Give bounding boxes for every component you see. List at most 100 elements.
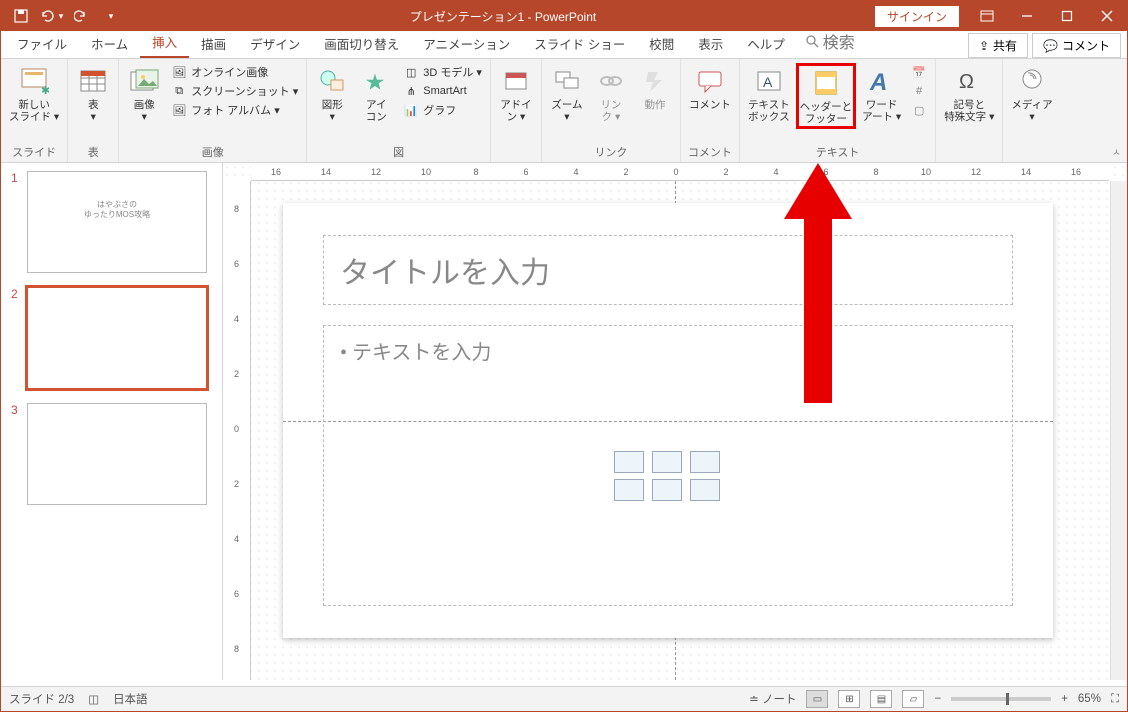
group-text-label: テキスト [744, 142, 931, 162]
new-slide-button[interactable]: ✱ 新しい スライド ▾ [5, 63, 63, 125]
workspace: 1 はやぶさのゆったりMOS攻略 2 3 1614121086420246810… [1, 163, 1127, 680]
title-placeholder[interactable]: タイトルを入力 [323, 235, 1013, 305]
thumb-num-3: 3 [11, 403, 21, 505]
svg-text:A: A [763, 74, 773, 90]
table-icon [77, 65, 109, 97]
window-title: プレゼンテーション1 - PowerPoint [131, 8, 875, 25]
body-placeholder-text: テキストを入力 [352, 342, 491, 364]
shapes-button[interactable]: 図形 ▾ [311, 63, 353, 125]
insert-table-icon[interactable] [614, 451, 644, 473]
tab-animations[interactable]: アニメーション [411, 29, 522, 58]
thumbnail-1[interactable]: 1 はやぶさのゆったりMOS攻略 [11, 171, 212, 273]
zoom-in-button[interactable]: + [1061, 693, 1068, 705]
insert-video-icon[interactable] [690, 479, 720, 501]
slide-number-button[interactable]: # [907, 82, 931, 100]
tab-draw[interactable]: 描画 [189, 29, 238, 58]
table-button[interactable]: 表 ▾ [72, 63, 114, 125]
tab-transitions[interactable]: 画面切り替え [312, 29, 411, 58]
thumbnail-3[interactable]: 3 [11, 403, 212, 505]
comment-ribbon-icon [694, 65, 726, 97]
ribbon: ✱ 新しい スライド ▾ スライド 表 ▾ 表 画像 ▾ 🖼オンライン画像 ⧉ス… [1, 59, 1127, 163]
pictures-button[interactable]: 画像 ▾ [123, 63, 165, 125]
zoom-button[interactable]: ズーム ▾ [546, 63, 588, 125]
insert-smartart-icon[interactable] [690, 451, 720, 473]
tab-file[interactable]: ファイル [5, 29, 79, 58]
slide-number-icon: # [911, 83, 927, 99]
language-indicator[interactable]: 日本語 [113, 691, 148, 707]
qat-customize-icon[interactable]: ▾ [97, 3, 125, 29]
slide-canvas[interactable]: タイトルを入力 テキストを入力 [283, 203, 1053, 638]
smartart-button[interactable]: ⋔SmartArt [399, 82, 486, 100]
group-slides: ✱ 新しい スライド ▾ スライド [1, 59, 68, 162]
thumb-slide-2[interactable] [27, 287, 207, 389]
accessibility-icon[interactable]: ◫ [88, 692, 99, 706]
thumbnail-2[interactable]: 2 [11, 287, 212, 389]
undo-icon[interactable]: ▾ [37, 3, 65, 29]
tab-help[interactable]: ヘルプ [735, 29, 797, 58]
fit-window-icon[interactable]: ⛶ [1111, 693, 1119, 706]
icons-button[interactable]: アイ コン [355, 63, 397, 125]
model3d-button[interactable]: ◫3D モデル ▾ [399, 63, 486, 81]
date-time-button[interactable]: 📅 [907, 63, 931, 81]
online-pictures-button[interactable]: 🖼オンライン画像 [167, 63, 302, 81]
action-button[interactable]: 動作 [634, 63, 676, 113]
pictures-icon [128, 65, 160, 97]
maximize-icon[interactable] [1047, 1, 1087, 31]
sorter-view-icon[interactable]: ⊞ [838, 690, 860, 708]
zoom-out-button[interactable]: − [934, 693, 941, 705]
ribbon-collapse-icon[interactable]: ㅅ [1112, 144, 1121, 159]
reading-view-icon[interactable]: ▤ [870, 690, 892, 708]
insert-picture-icon[interactable] [614, 479, 644, 501]
group-slides-label: スライド [5, 142, 63, 162]
comment-button[interactable]: コメント [685, 63, 735, 113]
object-button[interactable]: ▢ [907, 101, 931, 119]
redo-icon[interactable] [67, 3, 95, 29]
thumb-num-2: 2 [11, 287, 21, 389]
object-icon: ▢ [911, 102, 927, 118]
slide-editor[interactable]: 1614121086420246810121416 864202468 タイトル… [223, 163, 1127, 680]
screenshot-button[interactable]: ⧉スクリーンショット ▾ [167, 82, 302, 100]
new-slide-label: 新しい スライド ▾ [9, 99, 59, 123]
tell-me-search[interactable]: 検索 [797, 24, 863, 58]
normal-view-icon[interactable]: ▭ [806, 690, 828, 708]
tab-slideshow[interactable]: スライド ショー [522, 29, 637, 58]
group-illustrations-label: 図 [311, 142, 486, 162]
signin-button[interactable]: サインイン [875, 6, 959, 27]
vertical-scrollbar[interactable] [1110, 181, 1127, 680]
insert-chart-icon[interactable] [652, 451, 682, 473]
tab-home[interactable]: ホーム [79, 29, 140, 58]
link-button[interactable]: リン ク ▾ [590, 63, 632, 125]
save-icon[interactable] [7, 3, 35, 29]
tab-view[interactable]: 表示 [686, 29, 735, 58]
thumb-slide-1[interactable]: はやぶさのゆったりMOS攻略 [27, 171, 207, 273]
tab-review[interactable]: 校閲 [637, 29, 686, 58]
thumb1-title-l2: ゆったりMOS攻略 [28, 210, 206, 220]
body-placeholder[interactable]: テキストを入力 [323, 325, 1013, 606]
comments-button[interactable]: 💬コメント [1032, 33, 1121, 58]
symbols-button[interactable]: Ω 記号と 特殊文字 ▾ [940, 63, 998, 125]
chart-button[interactable]: 📊グラフ [399, 101, 486, 119]
slideshow-view-icon[interactable]: ▱ [902, 690, 924, 708]
group-comments: コメント コメント [681, 59, 740, 162]
close-icon[interactable] [1087, 1, 1127, 31]
ribbon-display-icon[interactable] [967, 1, 1007, 31]
thumb-slide-3[interactable] [27, 403, 207, 505]
minimize-icon[interactable] [1007, 1, 1047, 31]
addins-icon [500, 65, 532, 97]
media-button[interactable]: メディア ▾ [1007, 63, 1056, 125]
insert-online-picture-icon[interactable] [652, 479, 682, 501]
zoom-slider[interactable] [951, 697, 1051, 701]
zoom-percent[interactable]: 65% [1078, 693, 1101, 705]
quick-access-toolbar: ▾ ▾ [1, 3, 131, 29]
wordart-button[interactable]: A ワード アート ▾ [858, 63, 905, 125]
group-media-label [1007, 146, 1056, 162]
textbox-button[interactable]: A テキスト ボックス [744, 63, 794, 125]
header-footer-button[interactable]: ヘッダーと フッター [796, 63, 857, 129]
addins-button[interactable]: アドイ ン ▾ [495, 63, 537, 125]
photo-album-button[interactable]: 🖼フォト アルバム ▾ [167, 101, 302, 119]
notes-button[interactable]: ≐ ノート [749, 691, 796, 707]
tab-design[interactable]: デザイン [238, 29, 312, 58]
photo-album-label: フォト アルバム ▾ [191, 102, 280, 118]
share-button[interactable]: ⇪共有 [968, 33, 1028, 58]
tab-insert[interactable]: 挿入 [140, 27, 189, 58]
